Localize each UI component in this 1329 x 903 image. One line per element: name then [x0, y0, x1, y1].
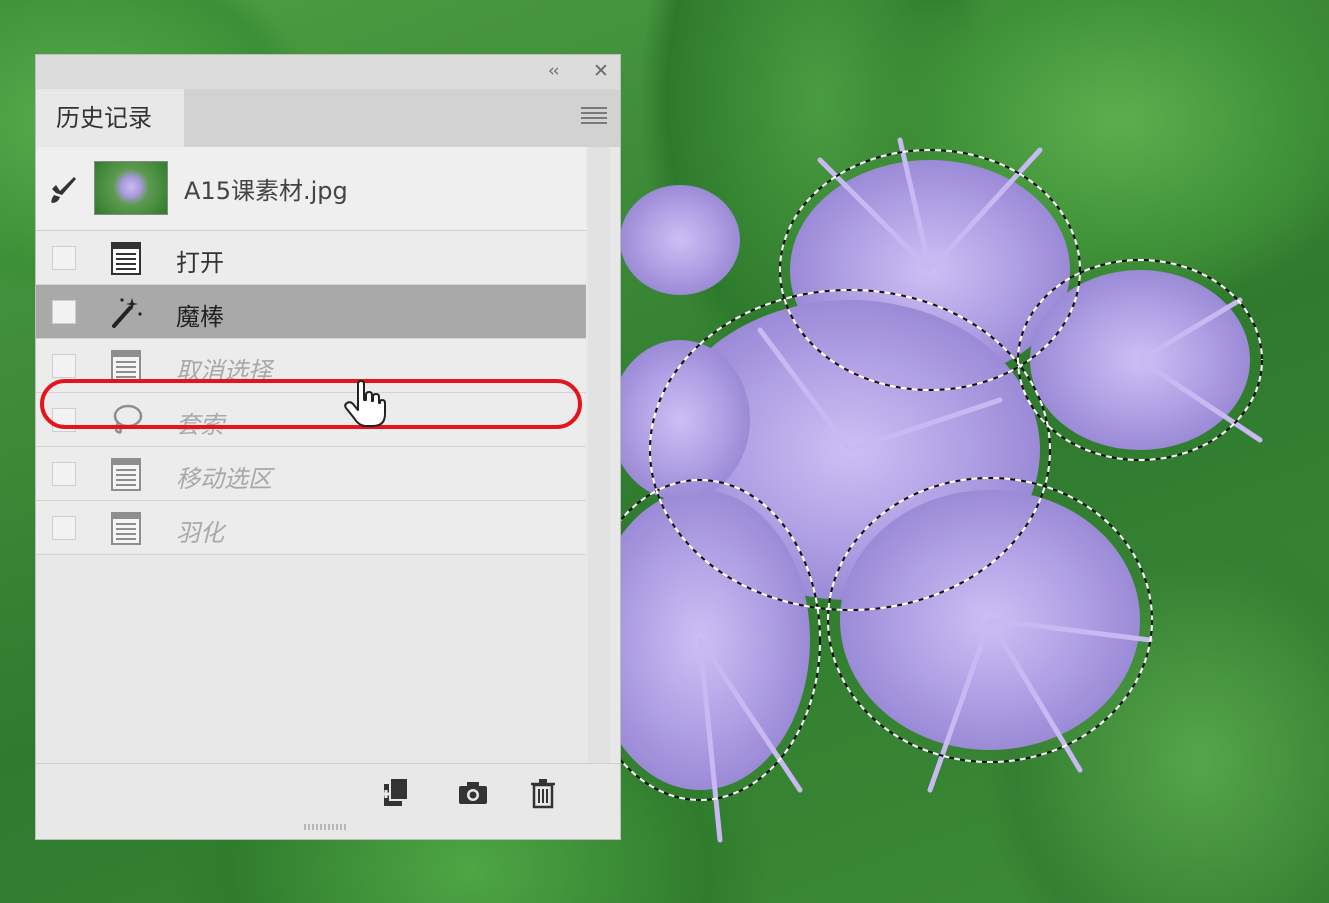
history-item-deselect[interactable]: 取消选择 [36, 339, 586, 393]
history-item-move-selection[interactable]: 移动选区 [36, 447, 586, 501]
history-item-feather[interactable]: 羽化 [36, 501, 586, 555]
history-item-label: 打开 [176, 249, 224, 277]
history-brush-icon[interactable] [48, 175, 80, 205]
panel-menu-icon[interactable] [581, 107, 607, 127]
history-source-checkbox[interactable] [52, 300, 76, 324]
document-icon [111, 458, 141, 491]
history-source-checkbox[interactable] [52, 408, 76, 432]
document-icon [111, 512, 141, 545]
new-document-from-state-icon[interactable] [378, 776, 412, 810]
document-icon [111, 242, 141, 275]
history-item-label: 移动选区 [176, 465, 272, 493]
panel-footer [36, 763, 620, 822]
trash-icon[interactable] [526, 776, 560, 810]
document-icon [111, 350, 141, 383]
hand-cursor-icon [344, 380, 386, 427]
history-list: A15课素材.jpg 打开 魔棒 取消选择 套索 移动选区 羽化 [36, 147, 586, 607]
panel-titlebar[interactable]: ‹‹ ✕ [36, 55, 620, 89]
history-item-lasso[interactable]: 套索 [36, 393, 586, 447]
snapshot-row[interactable]: A15课素材.jpg [36, 147, 586, 231]
history-panel: ‹‹ ✕ 历史记录 A15课素材.jpg 打开 魔棒 取消选择 套索 移动选区 … [35, 54, 621, 840]
magic-wand-icon [112, 298, 142, 328]
lasso-icon [113, 404, 143, 434]
history-scrollbar[interactable] [588, 147, 610, 815]
history-item-label: 魔棒 [176, 303, 224, 331]
flower-cluster [590, 160, 1250, 790]
panel-resize-grip[interactable] [304, 824, 348, 830]
snapshot-name: A15课素材.jpg [184, 177, 348, 205]
snapshot-thumbnail [94, 161, 168, 215]
history-item-open[interactable]: 打开 [36, 231, 586, 285]
tab-history[interactable]: 历史记录 [36, 89, 184, 147]
history-source-checkbox[interactable] [52, 246, 76, 270]
history-item-label: 羽化 [176, 519, 224, 547]
close-icon[interactable]: ✕ [593, 61, 609, 81]
history-item-label: 套索 [176, 411, 224, 439]
history-item-magic-wand[interactable]: 魔棒 [36, 285, 586, 339]
history-item-label: 取消选择 [176, 357, 272, 385]
history-source-checkbox[interactable] [52, 462, 76, 486]
history-source-checkbox[interactable] [52, 354, 76, 378]
collapse-icon[interactable]: ‹‹ [548, 61, 560, 81]
camera-icon[interactable] [456, 776, 490, 810]
history-source-checkbox[interactable] [52, 516, 76, 540]
panel-tab-row: 历史记录 [36, 89, 620, 147]
